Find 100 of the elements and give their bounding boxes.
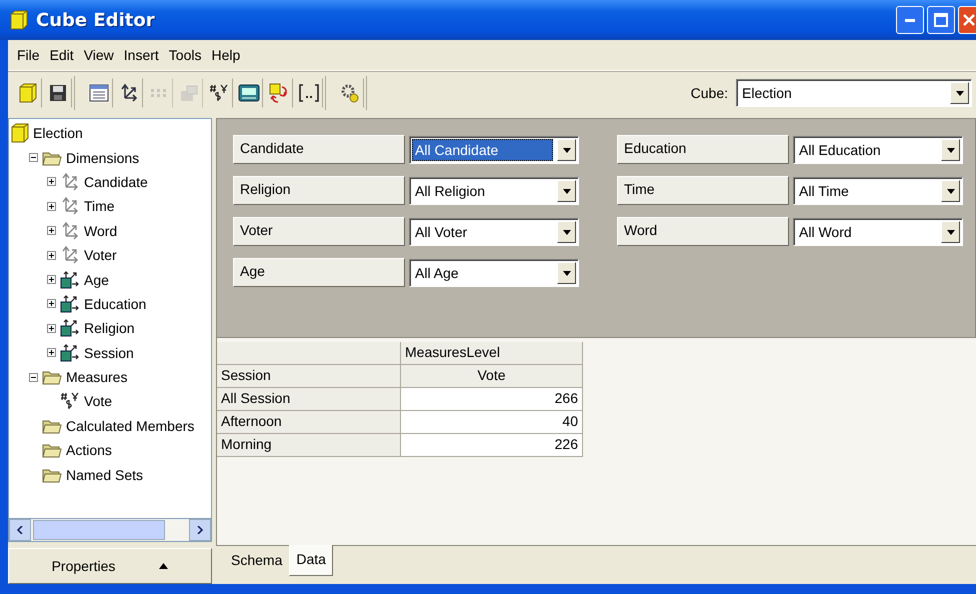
horizontal-scrollbar[interactable] [8, 519, 212, 542]
chevron-left-icon [17, 526, 23, 534]
tree-item[interactable]: Session [84, 344, 134, 361]
dimension-label: Word [617, 217, 789, 246]
expand-icon[interactable] [47, 275, 56, 284]
tab[interactable]: Data [289, 545, 333, 576]
column-group-header: MeasuresLevel [401, 342, 583, 365]
tree-item[interactable]: Religion [84, 320, 135, 336]
dropdown[interactable]: All Voter [409, 218, 579, 246]
menu-item[interactable]: Insert [118, 47, 164, 63]
maximize-button[interactable] [927, 6, 955, 34]
chevron-right-icon [197, 526, 203, 534]
expand-icon[interactable] [47, 226, 56, 236]
minimize-icon [905, 18, 915, 22]
table-cell: 266 [401, 388, 583, 411]
dropdown[interactable]: All Candidate [409, 136, 579, 164]
table-cell: 40 [401, 411, 583, 434]
tree-item[interactable]: Age [84, 272, 109, 288]
stack-icon [179, 84, 199, 102]
dropdown-button[interactable] [557, 221, 576, 243]
caret-down-icon [562, 188, 570, 194]
currency-icon [209, 83, 229, 103]
cube-label: Cube: [690, 85, 728, 101]
close-icon [962, 13, 976, 27]
dropdown-button[interactable] [941, 139, 960, 161]
expand-icon[interactable] [47, 299, 56, 308]
scroll-thumb[interactable] [33, 520, 165, 540]
dropdown-button[interactable] [941, 221, 960, 243]
table-cell: 226 [401, 434, 583, 457]
dropdown[interactable]: All Age [409, 259, 579, 287]
row-label: All Session [217, 388, 401, 411]
dimension-label: Voter [233, 217, 405, 246]
cube-dropdown[interactable]: Election [736, 79, 972, 107]
scroll-left-button[interactable] [9, 519, 31, 541]
tree-item[interactable]: Calculated Members [66, 418, 194, 434]
dropdown-button[interactable] [950, 82, 969, 104]
tab[interactable]: Schema [224, 546, 290, 574]
brackets-icon [298, 83, 320, 103]
dropdown[interactable]: All Education [793, 136, 963, 164]
expand-icon[interactable] [47, 250, 56, 260]
window-title: Cube Editor [36, 10, 156, 30]
tree-item[interactable]: Dimensions [66, 150, 140, 166]
app-icon [10, 10, 28, 30]
tree-item[interactable]: Word [84, 222, 118, 239]
table-icon [89, 84, 109, 102]
tree-item[interactable]: Candidate [84, 174, 148, 190]
scroll-right-button[interactable] [189, 519, 211, 541]
arrows-icon [60, 246, 80, 264]
tree-item[interactable]: Actions [66, 442, 112, 458]
caret-down-icon [562, 230, 570, 234]
dimension-label: Religion [233, 176, 405, 205]
expand-icon[interactable] [47, 348, 56, 358]
save-icon [49, 84, 67, 102]
arrows-icon [60, 172, 80, 191]
dropdown-button[interactable] [557, 262, 576, 284]
menu-item[interactable]: Edit [44, 47, 79, 63]
folder-icon [42, 418, 62, 434]
dimension-label: Time [617, 176, 789, 205]
dropdown[interactable]: All Time [793, 177, 963, 205]
dropdown-button[interactable] [941, 180, 960, 202]
expand-icon[interactable] [47, 324, 56, 333]
tree-item[interactable]: Vote [84, 393, 112, 410]
arrows-icon [60, 197, 80, 216]
caret-down-icon [956, 90, 964, 96]
menu-item[interactable]: Help [206, 47, 246, 63]
box-arrows-icon [60, 294, 80, 313]
expand-icon[interactable] [47, 202, 56, 211]
dropdown-button[interactable] [557, 139, 576, 161]
box-arrows-icon [60, 270, 80, 289]
box-arrows-icon [60, 344, 80, 362]
collapse-icon[interactable] [29, 153, 38, 162]
expand-icon[interactable] [47, 177, 56, 186]
caret-down-icon [562, 270, 570, 276]
close-button[interactable] [958, 6, 976, 34]
folder-icon [42, 466, 62, 483]
tree-item[interactable]: Election [33, 125, 83, 142]
dropdown[interactable]: All Religion [409, 177, 579, 205]
minimize-button[interactable] [896, 6, 924, 34]
row-label: Morning [217, 434, 401, 457]
cube-icon [11, 123, 29, 144]
folder-icon [42, 150, 62, 166]
currency-icon [60, 391, 80, 412]
menu-item[interactable]: Tools [164, 47, 206, 63]
caret-down-icon [946, 230, 954, 234]
dropdown[interactable]: All Word [793, 218, 963, 246]
tree-item[interactable]: Voter [84, 247, 117, 264]
tree-item[interactable]: Time [84, 198, 115, 214]
properties-button[interactable]: Properties [8, 548, 212, 584]
menu-item[interactable]: File [12, 47, 45, 63]
tree-item[interactable]: Named Sets [66, 466, 144, 483]
tree-item[interactable]: Measures [66, 369, 128, 386]
collapse-icon[interactable] [29, 372, 38, 382]
column-header: Vote [401, 365, 583, 388]
folder-icon [42, 442, 62, 458]
box-arrows-icon [60, 319, 80, 338]
cube-arrows-icon [268, 82, 290, 104]
caret-up-icon [159, 563, 168, 569]
menu-item[interactable]: View [78, 47, 119, 63]
tree-item[interactable]: Education [84, 296, 146, 312]
dropdown-button[interactable] [557, 180, 576, 202]
